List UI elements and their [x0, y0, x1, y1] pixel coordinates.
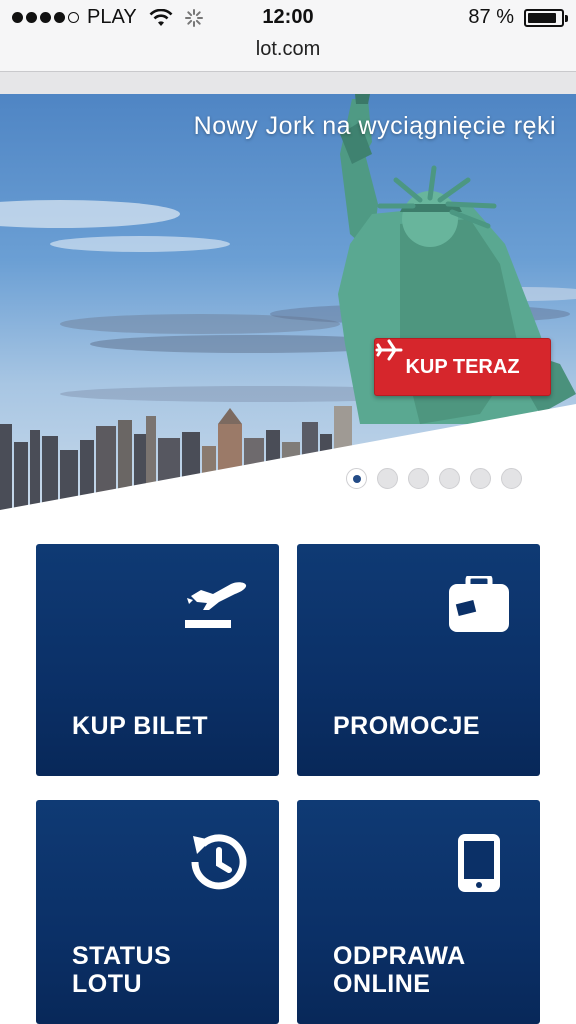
carousel-dot-6[interactable] — [501, 468, 522, 489]
online-checkin-line1: ODPRAWA — [333, 942, 466, 970]
battery-level-fill — [528, 12, 556, 23]
buy-now-button[interactable]: KUP TERAZ — [374, 338, 551, 396]
buy-now-label: KUP TERAZ — [405, 355, 520, 378]
plane-icon — [375, 339, 403, 361]
status-bar: PLAY 12:00 87 % — [0, 0, 576, 36]
plane-departure-icon — [185, 582, 247, 628]
suitcase-icon — [449, 576, 509, 632]
buy-ticket-tile[interactable]: KUP BILET — [36, 544, 279, 776]
hero-banner[interactable]: Nowy Jork na wyciągnięcie ręki KUP TERAZ — [0, 94, 576, 510]
hero-illustration — [0, 94, 576, 510]
carousel-dot-5[interactable] — [470, 468, 491, 489]
promotions-tile[interactable]: PROMOCJE — [297, 544, 540, 776]
url-text[interactable]: lot.com — [0, 36, 576, 62]
buy-ticket-label: KUP BILET — [72, 712, 208, 740]
hero-title: Nowy Jork na wyciągnięcie ręki — [193, 112, 556, 140]
online-checkin-tile[interactable]: ODPRAWA ONLINE — [297, 800, 540, 1024]
battery-percent: 87 % — [468, 6, 514, 28]
carousel-dot-2[interactable] — [377, 468, 398, 489]
promotions-label: PROMOCJE — [333, 712, 481, 740]
page-top-gap — [0, 72, 576, 94]
carousel-pager[interactable] — [346, 468, 522, 489]
flight-status-line1: STATUS — [72, 942, 172, 970]
flight-status-label: STATUS LOTU — [72, 942, 171, 998]
address-bar[interactable]: lot.com — [0, 36, 576, 72]
carousel-dot-1[interactable] — [346, 468, 367, 489]
carousel-dot-3[interactable] — [408, 468, 429, 489]
history-clock-icon — [191, 834, 247, 890]
flight-status-line2: LOTU — [72, 970, 143, 998]
carousel-dot-4[interactable] — [439, 468, 460, 489]
online-checkin-line2: ONLINE — [333, 970, 431, 998]
battery-icon — [524, 8, 568, 27]
online-checkin-label: ODPRAWA ONLINE — [333, 942, 466, 998]
status-right: 87 % — [468, 6, 568, 29]
flight-status-tile[interactable]: STATUS LOTU — [36, 800, 279, 1024]
mobile-phone-icon — [458, 834, 500, 892]
